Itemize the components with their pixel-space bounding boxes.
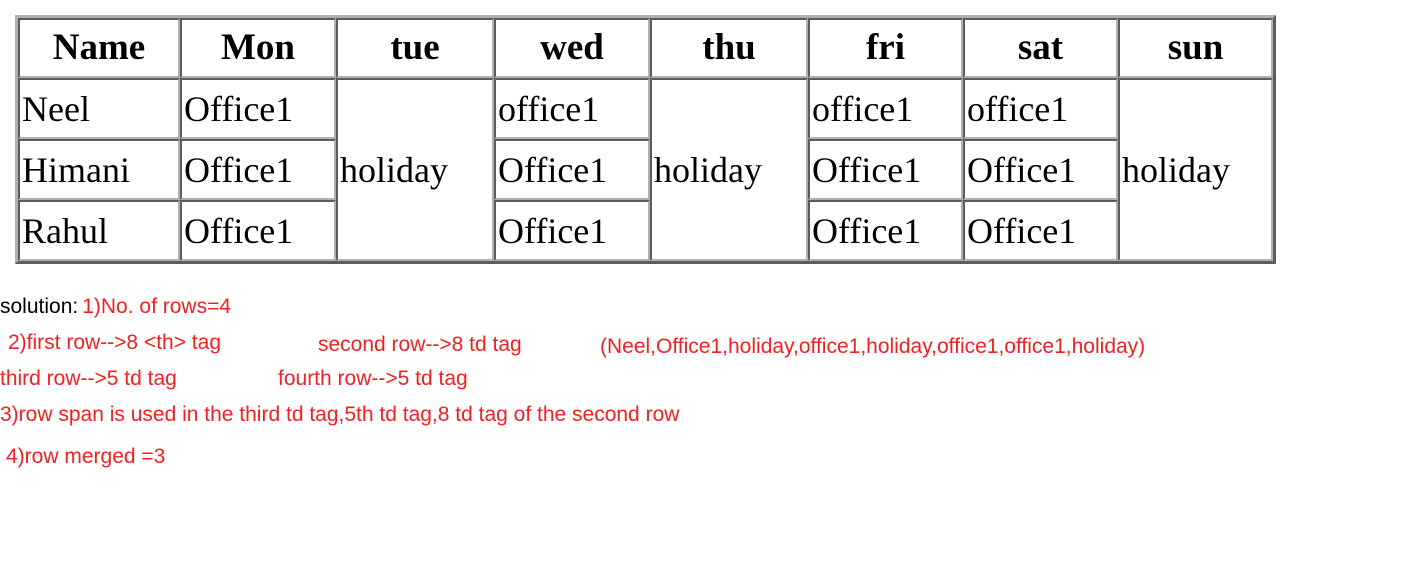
annotation-second-row-tags: second row-->8 td tag — [318, 333, 522, 356]
column-header-thu: thu — [650, 18, 808, 78]
cell-tue-holiday: holiday — [336, 78, 494, 261]
column-header-sat: sat — [963, 18, 1118, 78]
cell-mon-himani: Office1 — [180, 139, 336, 200]
weekly-schedule-table: Name Mon tue wed thu fri sat sun Neel Of… — [15, 15, 1276, 264]
table-row: Neel Office1 holiday office1 holiday off… — [18, 78, 1273, 261]
cell-wed-neel: office1 — [494, 78, 650, 139]
annotation-fourth-row-tags: fourth row-->5 td tag — [278, 367, 468, 390]
column-header-sun: sun — [1118, 18, 1273, 78]
annotation-first-row-tags: 2)first row-->8 <th> tag — [8, 331, 222, 354]
table-row: Himani Office1 Office1 Office1 Office1 — [18, 139, 1273, 200]
cell-name-rahul: Rahul — [18, 200, 180, 261]
cell-sat-neel: office1 — [963, 78, 1118, 139]
table-header-row: Name Mon tue wed thu fri sat sun — [18, 18, 1273, 78]
annotation-third-row-tags: third row-->5 td tag — [0, 367, 177, 390]
solution-label: solution: — [0, 295, 79, 318]
cell-fri-neel: office1 — [808, 78, 963, 139]
cell-fri-himani: Office1 — [808, 139, 963, 200]
cell-mon-rahul: Office1 — [180, 200, 336, 261]
annotation-line-1: solution: 1)No. of rows=4 — [0, 296, 231, 317]
cell-wed-rahul: Office1 — [494, 200, 650, 261]
cell-name-neel: Neel — [18, 78, 180, 139]
annotation-row-merged-note: 4)row merged =3 — [6, 445, 166, 468]
cell-name-himani: Himani — [18, 139, 180, 200]
column-header-mon: Mon — [180, 18, 336, 78]
annotation-row-count: 1)No. of rows=4 — [82, 295, 232, 318]
schedule-table-container: Name Mon tue wed thu fri sat sun Neel Of… — [15, 15, 1276, 264]
cell-thu-holiday: holiday — [650, 78, 808, 261]
column-header-wed: wed — [494, 18, 650, 78]
annotation-second-row-values: (Neel,Office1,holiday,office1,holiday,of… — [600, 335, 1146, 358]
cell-sat-himani: Office1 — [963, 139, 1118, 200]
cell-mon-neel: Office1 — [180, 78, 336, 139]
column-header-fri: fri — [808, 18, 963, 78]
column-header-name: Name — [18, 18, 180, 78]
cell-sun-holiday: holiday — [1118, 78, 1273, 261]
cell-wed-himani: Office1 — [494, 139, 650, 200]
table-row: Rahul Office1 Office1 Office1 Office1 — [18, 200, 1273, 261]
annotation-rowspan-note: 3)row span is used in the third td tag,5… — [0, 403, 680, 426]
column-header-tue: tue — [336, 18, 494, 78]
cell-sat-rahul: Office1 — [963, 200, 1118, 261]
cell-fri-rahul: Office1 — [808, 200, 963, 261]
